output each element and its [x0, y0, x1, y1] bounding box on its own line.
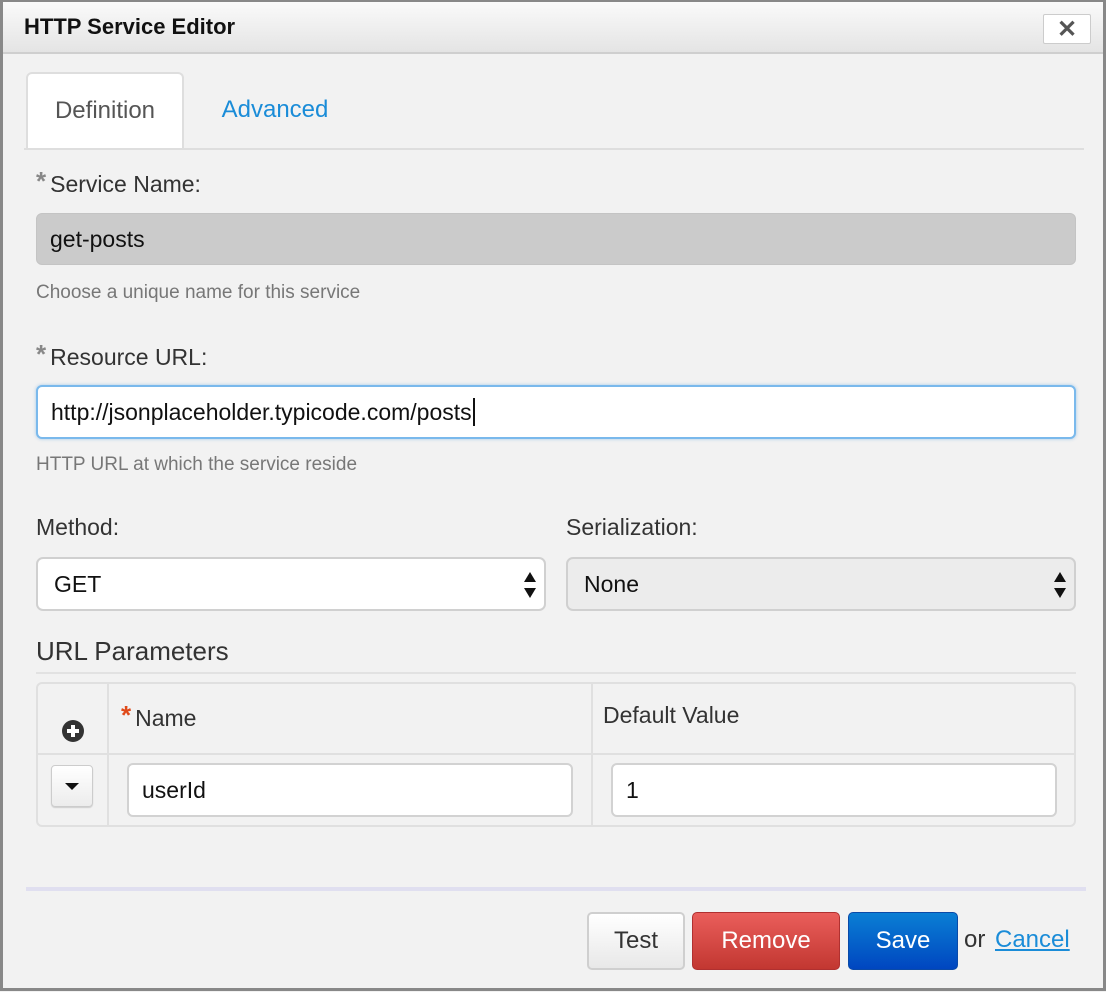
remove-button[interactable]: Remove [692, 912, 840, 970]
close-button[interactable]: ✕ [1043, 14, 1091, 44]
serialization-selected-value: None [584, 570, 639, 597]
test-button[interactable]: Test [587, 912, 685, 970]
footer-divider [26, 887, 1086, 891]
select-arrows-icon [1054, 572, 1066, 598]
tab-bar: Definition Advanced [24, 72, 1084, 150]
or-text: or [964, 926, 986, 953]
plus-circle-icon[interactable] [62, 720, 84, 742]
service-name-value: get-posts [50, 225, 145, 252]
method-selected-value: GET [54, 570, 102, 597]
text-caret [472, 398, 475, 426]
column-header-default-value: Default Value [603, 702, 740, 728]
param-name-value: userId [142, 776, 206, 803]
grid-divider [38, 753, 1074, 755]
select-arrows-icon [524, 572, 536, 598]
required-marker: * [36, 339, 47, 369]
method-select[interactable]: GET [36, 557, 546, 611]
resource-url-input[interactable]: http://jsonplaceholder.typicode.com/post… [36, 385, 1076, 439]
service-name-label: * Service Name: [36, 166, 201, 199]
param-default-value: 1 [626, 776, 639, 803]
close-icon: ✕ [1056, 15, 1078, 43]
column-header-name-text: Name [135, 705, 197, 731]
tab-definition[interactable]: Definition [26, 72, 184, 148]
service-name-label-text: Service Name: [50, 171, 201, 197]
caret-down-icon [65, 783, 79, 790]
required-marker: * [121, 700, 132, 730]
serialization-label: Serialization: [566, 514, 698, 540]
dialog-title: HTTP Service Editor [24, 14, 236, 39]
save-button[interactable]: Save [848, 912, 958, 970]
param-name-input[interactable]: userId [127, 763, 573, 817]
param-default-value-input[interactable]: 1 [611, 763, 1057, 817]
serialization-select[interactable]: None [566, 557, 1076, 611]
url-parameters-grid: * Name Default Value userId 1 [36, 682, 1076, 827]
row-menu-button[interactable] [51, 765, 93, 807]
dialog-titlebar: HTTP Service Editor ✕ [3, 2, 1103, 54]
http-service-editor-dialog: HTTP Service Editor ✕ Definition Advance… [0, 0, 1106, 991]
cancel-link[interactable]: Cancel [995, 926, 1070, 954]
service-name-help: Choose a unique name for this service [36, 282, 361, 303]
tab-advanced[interactable]: Advanced [214, 72, 336, 148]
service-name-input[interactable]: get-posts [36, 213, 1076, 265]
required-marker: * [36, 166, 47, 196]
resource-url-label-text: Resource URL: [50, 344, 208, 370]
method-label: Method: [36, 514, 120, 540]
column-header-name: * Name [121, 700, 197, 733]
url-parameters-title: URL Parameters [36, 636, 1076, 674]
resource-url-value: http://jsonplaceholder.typicode.com/post… [51, 398, 472, 425]
resource-url-help: HTTP URL at which the service reside [36, 454, 358, 475]
resource-url-label: * Resource URL: [36, 339, 208, 372]
